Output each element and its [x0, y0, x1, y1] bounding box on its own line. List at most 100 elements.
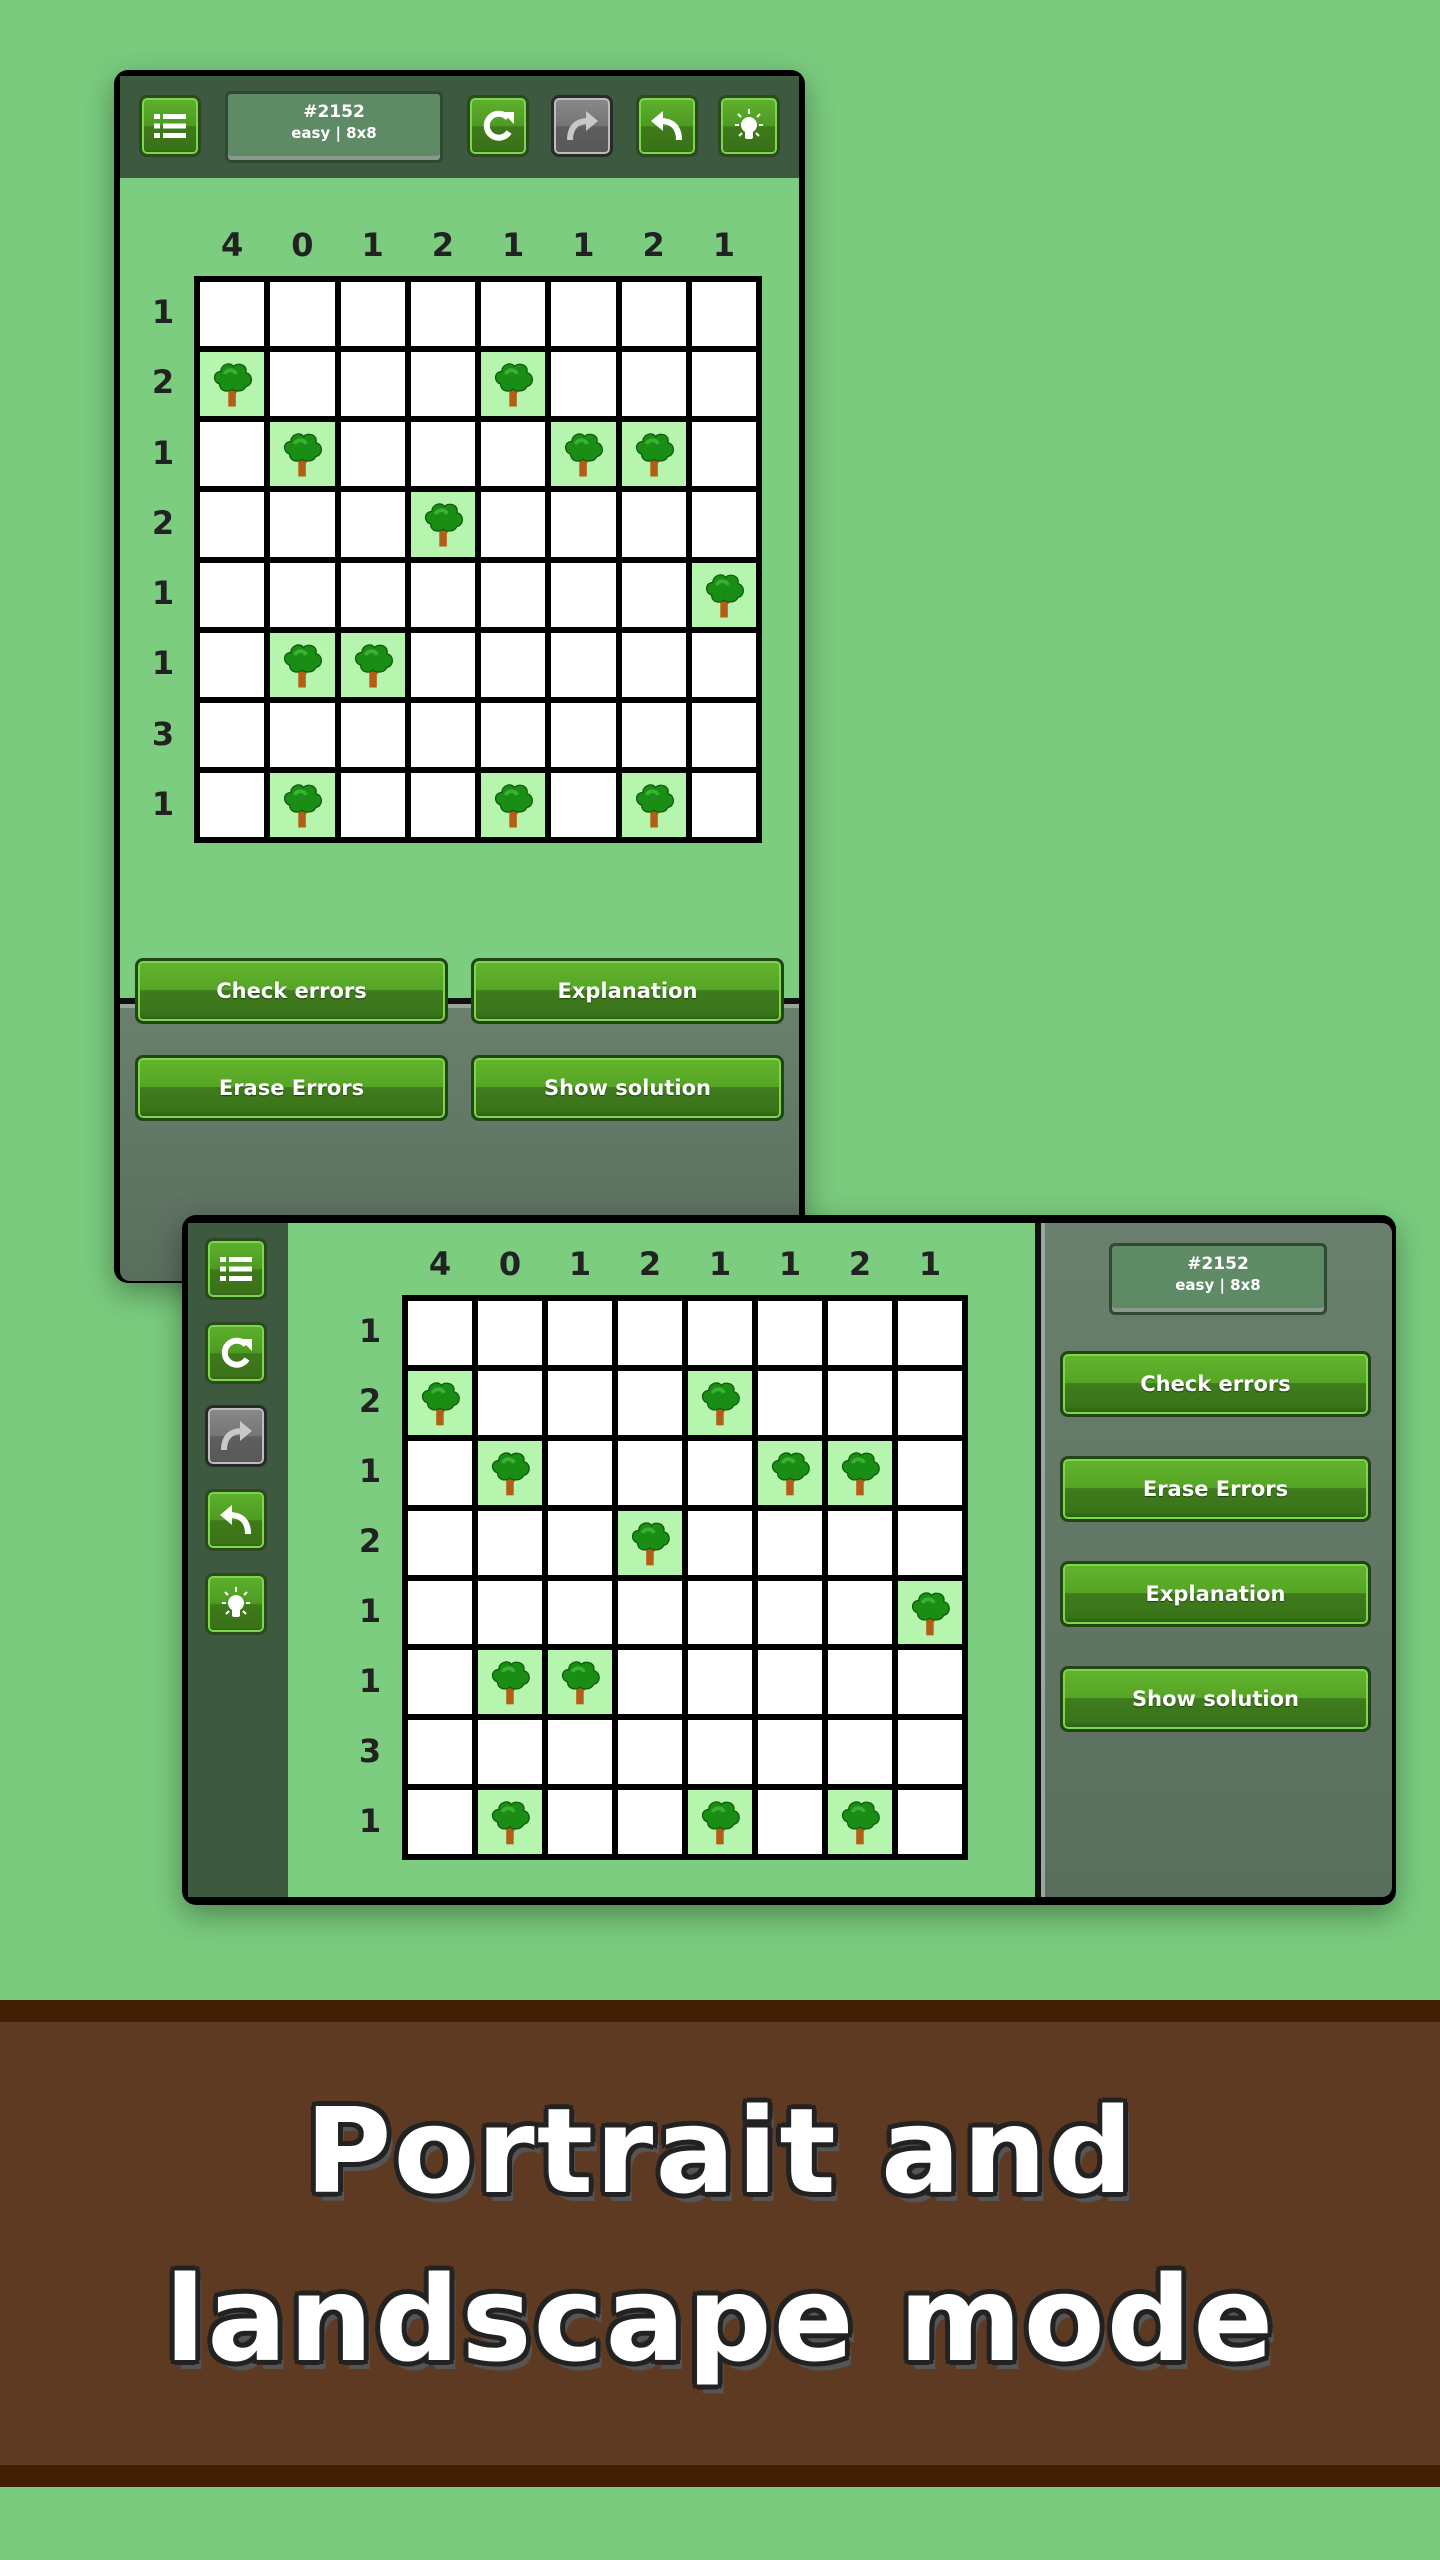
- grid-cell-empty[interactable]: [410, 352, 475, 417]
- grid-cell-empty[interactable]: [481, 492, 546, 557]
- grid-cell-empty[interactable]: [828, 1650, 892, 1715]
- grid-cell-empty[interactable]: [691, 632, 756, 697]
- grid-cell-empty[interactable]: [478, 1510, 542, 1575]
- grid-cell-empty[interactable]: [481, 702, 546, 767]
- grid-cell-tree[interactable]: [688, 1370, 752, 1435]
- menu-button[interactable]: [205, 1238, 267, 1300]
- erase-errors-button[interactable]: Erase Errors: [135, 1055, 448, 1121]
- grid-cell-empty[interactable]: [410, 562, 475, 627]
- grid-cell-empty[interactable]: [270, 352, 335, 417]
- grid-cell-empty[interactable]: [478, 1720, 542, 1785]
- grid-cell-empty[interactable]: [478, 1370, 542, 1435]
- grid-cell-tree[interactable]: [410, 492, 475, 557]
- grid-cell-empty[interactable]: [618, 1440, 682, 1505]
- grid-cell-empty[interactable]: [688, 1720, 752, 1785]
- grid-cell-empty[interactable]: [688, 1650, 752, 1715]
- grid-cell-empty[interactable]: [200, 632, 265, 697]
- grid-cell-empty[interactable]: [410, 282, 475, 347]
- grid-cell-tree[interactable]: [551, 422, 616, 487]
- grid-cell-empty[interactable]: [898, 1370, 962, 1435]
- grid-cell-tree[interactable]: [478, 1790, 542, 1854]
- grid-cell-empty[interactable]: [828, 1720, 892, 1785]
- grid-cell-empty[interactable]: [270, 282, 335, 347]
- grid-cell-empty[interactable]: [200, 422, 265, 487]
- grid-cell-empty[interactable]: [408, 1510, 472, 1575]
- grid-cell-empty[interactable]: [200, 702, 265, 767]
- grid-cell-empty[interactable]: [481, 562, 546, 627]
- grid-cell-tree[interactable]: [270, 632, 335, 697]
- grid-cell-tree[interactable]: [481, 352, 546, 417]
- grid-cell-tree[interactable]: [691, 562, 756, 627]
- grid-cell-empty[interactable]: [548, 1301, 612, 1365]
- grid-cell-empty[interactable]: [548, 1720, 612, 1785]
- restart-button[interactable]: [205, 1322, 267, 1384]
- restart-button[interactable]: [467, 95, 529, 157]
- grid-cell-tree[interactable]: [618, 1510, 682, 1575]
- grid-cell-empty[interactable]: [200, 772, 265, 837]
- grid-cell-empty[interactable]: [340, 492, 405, 557]
- grid-cell-tree[interactable]: [621, 772, 686, 837]
- grid-cell-tree[interactable]: [621, 422, 686, 487]
- grid-cell-empty[interactable]: [621, 632, 686, 697]
- grid-cell-empty[interactable]: [270, 702, 335, 767]
- grid-cell-empty[interactable]: [898, 1790, 962, 1854]
- grid-cell-empty[interactable]: [758, 1301, 822, 1365]
- grid-cell-empty[interactable]: [758, 1720, 822, 1785]
- check-errors-button[interactable]: Check errors: [1060, 1351, 1371, 1417]
- grid-cell-empty[interactable]: [551, 702, 616, 767]
- grid-cell-tree[interactable]: [200, 352, 265, 417]
- grid-cell-empty[interactable]: [481, 422, 546, 487]
- menu-button[interactable]: [139, 95, 201, 157]
- grid-cell-empty[interactable]: [828, 1580, 892, 1645]
- grid-cell-empty[interactable]: [691, 772, 756, 837]
- grid-cell-empty[interactable]: [340, 282, 405, 347]
- grid-cell-tree[interactable]: [340, 632, 405, 697]
- grid-cell-empty[interactable]: [200, 282, 265, 347]
- grid-cell-empty[interactable]: [340, 772, 405, 837]
- grid-cell-empty[interactable]: [828, 1510, 892, 1575]
- grid-cell-empty[interactable]: [688, 1580, 752, 1645]
- grid-cell-empty[interactable]: [410, 772, 475, 837]
- grid-cell-empty[interactable]: [408, 1440, 472, 1505]
- grid-cell-empty[interactable]: [408, 1650, 472, 1715]
- grid-cell-empty[interactable]: [898, 1440, 962, 1505]
- grid-cell-empty[interactable]: [618, 1370, 682, 1435]
- grid-cell-empty[interactable]: [551, 562, 616, 627]
- grid-cell-tree[interactable]: [408, 1370, 472, 1435]
- grid-cell-empty[interactable]: [270, 492, 335, 557]
- undo-button[interactable]: [636, 95, 698, 157]
- grid-cell-empty[interactable]: [551, 492, 616, 557]
- explanation-button[interactable]: Explanation: [1060, 1561, 1371, 1627]
- grid-cell-empty[interactable]: [758, 1370, 822, 1435]
- hint-button[interactable]: [718, 95, 780, 157]
- grid-cell-tree[interactable]: [828, 1440, 892, 1505]
- grid-cell-empty[interactable]: [898, 1720, 962, 1785]
- hint-button[interactable]: [205, 1573, 267, 1635]
- grid-cell-empty[interactable]: [548, 1370, 612, 1435]
- undo-button[interactable]: [205, 1489, 267, 1551]
- grid-cell-empty[interactable]: [691, 352, 756, 417]
- check-errors-button[interactable]: Check errors: [135, 958, 448, 1024]
- grid-cell-empty[interactable]: [691, 282, 756, 347]
- show-solution-button[interactable]: Show solution: [1060, 1666, 1371, 1732]
- grid-cell-tree[interactable]: [270, 422, 335, 487]
- grid-cell-empty[interactable]: [548, 1790, 612, 1854]
- grid-cell-empty[interactable]: [691, 492, 756, 557]
- grid-cell-empty[interactable]: [551, 352, 616, 417]
- grid-cell-empty[interactable]: [481, 632, 546, 697]
- grid-cell-tree[interactable]: [898, 1580, 962, 1645]
- grid-cell-empty[interactable]: [828, 1301, 892, 1365]
- grid-cell-empty[interactable]: [758, 1580, 822, 1645]
- grid-cell-empty[interactable]: [410, 422, 475, 487]
- grid-cell-empty[interactable]: [481, 282, 546, 347]
- grid-cell-tree[interactable]: [758, 1440, 822, 1505]
- grid-cell-empty[interactable]: [478, 1301, 542, 1365]
- grid-cell-tree[interactable]: [828, 1790, 892, 1854]
- grid-cell-empty[interactable]: [898, 1301, 962, 1365]
- grid-cell-empty[interactable]: [551, 632, 616, 697]
- grid-cell-empty[interactable]: [340, 702, 405, 767]
- grid-cell-empty[interactable]: [688, 1440, 752, 1505]
- grid-cell-empty[interactable]: [618, 1720, 682, 1785]
- grid-cell-empty[interactable]: [340, 562, 405, 627]
- grid-cell-empty[interactable]: [410, 632, 475, 697]
